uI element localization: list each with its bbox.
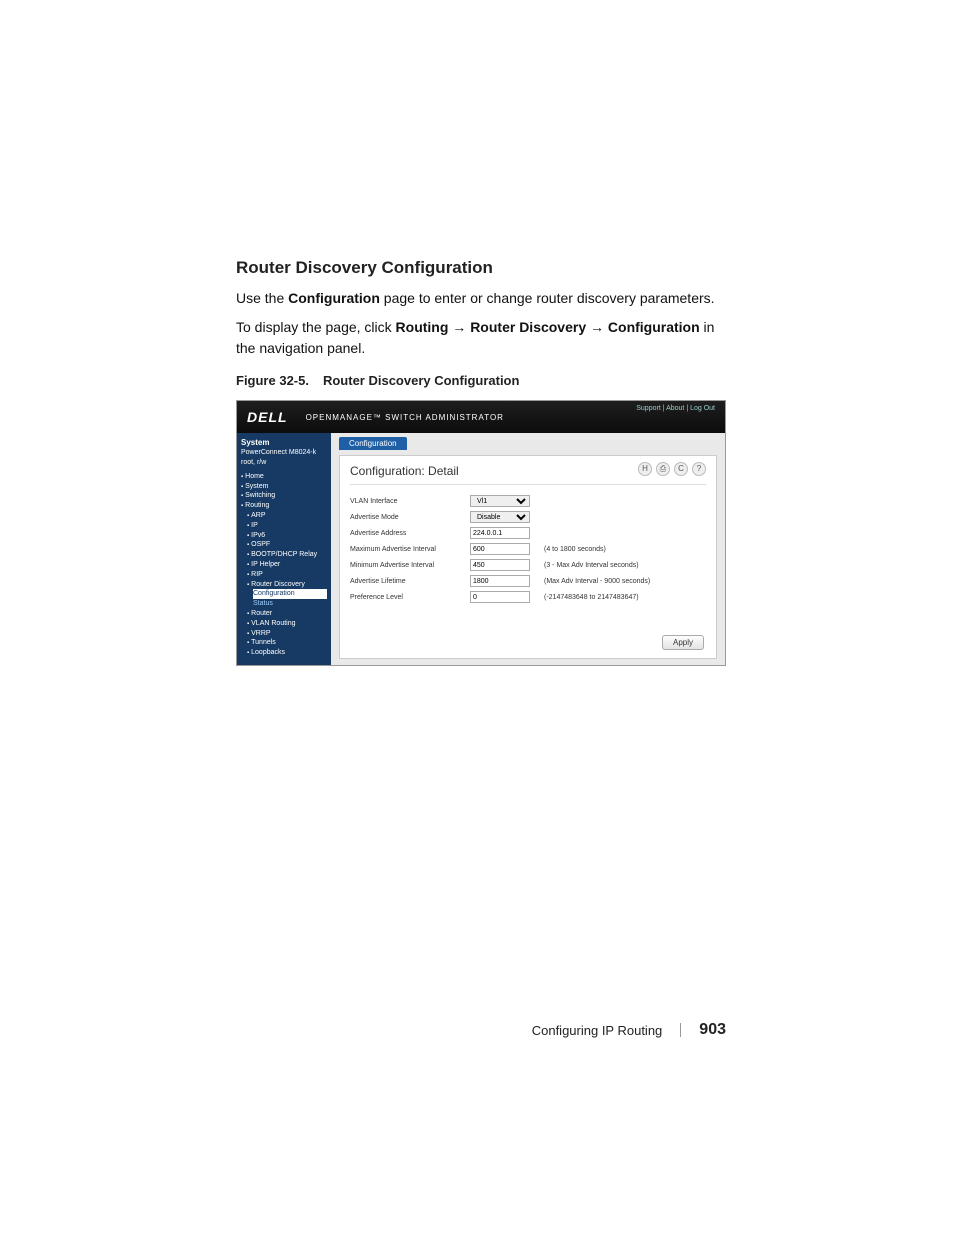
field-label: Maximum Advertise Interval [350, 546, 470, 553]
section-heading: Router Discovery Configuration [236, 258, 726, 278]
sidebar-item[interactable]: Tunnels [247, 638, 327, 648]
print-icon[interactable]: ⎙ [656, 462, 670, 476]
figure-title: Router Discovery Configuration [323, 373, 519, 388]
advertise-mode-select[interactable]: Disable [470, 511, 530, 523]
nav-sidebar: System PowerConnect M8024-k root, r/w Ho… [237, 433, 331, 666]
sidebar-item[interactable]: Routing [241, 501, 327, 511]
field-label: Advertise Lifetime [350, 578, 470, 585]
form-row: Advertise Address [350, 525, 706, 541]
breadcrumb-part: Configuration [608, 319, 700, 335]
field-hint: (Max Adv Interval - 9000 seconds) [544, 578, 650, 585]
sidebar-item[interactable]: VRRP [247, 629, 327, 639]
toolbar-icons: H ⎙ C ? [638, 462, 706, 476]
top-links[interactable]: Support | About | Log Out [636, 405, 715, 412]
figure-caption: Figure 32-5. Router Discovery Configurati… [236, 373, 726, 388]
sidebar-user-label: root, r/w [241, 458, 327, 468]
page-footer: Configuring IP Routing 903 [236, 1021, 726, 1039]
sidebar-device-label: PowerConnect M8024-k [241, 448, 327, 458]
field-label: Minimum Advertise Interval [350, 562, 470, 569]
main-panel: Configuration Configuration: Detail H ⎙ … [331, 433, 725, 666]
content-block: Router Discovery Configuration Use the C… [236, 258, 726, 666]
sidebar-item-selected[interactable]: Configuration [253, 589, 327, 599]
divider [350, 484, 706, 485]
text: page to enter or change router discovery… [380, 290, 715, 306]
footer-separator [680, 1023, 681, 1037]
vlan-interface-select[interactable]: Vl1 [470, 495, 530, 507]
sidebar-item[interactable]: Status [253, 599, 327, 609]
breadcrumb-part: Routing [396, 319, 449, 335]
sidebar-item[interactable]: OSPF [247, 540, 327, 550]
dell-logo: DELL [247, 409, 288, 425]
field-label: Preference Level [350, 594, 470, 601]
sidebar-item[interactable]: BOOTP/DHCP Relay [247, 550, 327, 560]
form-row: Preference Level (-2147483648 to 2147483… [350, 589, 706, 605]
app-header: DELL OPENMANAGE™ SWITCH ADMINISTRATOR Su… [237, 401, 725, 433]
arrow-icon [448, 319, 470, 335]
sidebar-item[interactable]: Router [247, 609, 327, 619]
form-row: Maximum Advertise Interval (4 to 1800 se… [350, 541, 706, 557]
body-paragraph-2: To display the page, click Routing Router… [236, 317, 726, 359]
field-label: Advertise Address [350, 530, 470, 537]
sidebar-item[interactable]: IPv6 [247, 531, 327, 541]
max-adv-interval-input[interactable] [470, 543, 530, 555]
sidebar-item[interactable]: ARP [247, 511, 327, 521]
sidebar-item[interactable]: System [241, 482, 327, 492]
form-row: VLAN Interface Vl1 [350, 493, 706, 509]
sidebar-item[interactable]: Home [241, 472, 327, 482]
preference-level-input[interactable] [470, 591, 530, 603]
footer-page-number: 903 [699, 1021, 726, 1039]
form-row: Advertise Mode Disable [350, 509, 706, 525]
form-row: Advertise Lifetime (Max Adv Interval - 9… [350, 573, 706, 589]
field-label: Advertise Mode [350, 514, 470, 521]
sidebar-item[interactable]: Switching [241, 491, 327, 501]
sidebar-item[interactable]: Loopbacks [247, 648, 327, 658]
advertise-address-input[interactable] [470, 527, 530, 539]
field-hint: (-2147483648 to 2147483647) [544, 594, 639, 601]
footer-chapter: Configuring IP Routing [532, 1023, 663, 1038]
breadcrumb-part: Router Discovery [470, 319, 586, 335]
tab-configuration[interactable]: Configuration [339, 437, 407, 450]
min-adv-interval-input[interactable] [470, 559, 530, 571]
page: Router Discovery Configuration Use the C… [0, 0, 954, 1235]
field-hint: (3 - Max Adv Interval seconds) [544, 562, 639, 569]
arrow-icon [586, 319, 608, 335]
advertise-lifetime-input[interactable] [470, 575, 530, 587]
app-body: System PowerConnect M8024-k root, r/w Ho… [237, 433, 725, 666]
figure-screenshot: DELL OPENMANAGE™ SWITCH ADMINISTRATOR Su… [236, 400, 726, 666]
text: Use the [236, 290, 288, 306]
save-icon[interactable]: H [638, 462, 652, 476]
sidebar-item[interactable]: IP Helper [247, 560, 327, 570]
sidebar-item[interactable]: VLAN Routing [247, 619, 327, 629]
detail-panel: Configuration: Detail H ⎙ C ? VLAN Inter… [339, 455, 717, 659]
product-title: OPENMANAGE™ SWITCH ADMINISTRATOR [306, 413, 504, 422]
apply-button[interactable]: Apply [662, 635, 704, 650]
sidebar-item[interactable]: IP [247, 521, 327, 531]
bold-text: Configuration [288, 290, 380, 306]
text: To display the page, click [236, 319, 396, 335]
sidebar-item[interactable]: RIP [247, 570, 327, 580]
sidebar-system-label: System [241, 437, 327, 448]
form-row: Minimum Advertise Interval (3 - Max Adv … [350, 557, 706, 573]
field-hint: (4 to 1800 seconds) [544, 546, 606, 553]
refresh-icon[interactable]: C [674, 462, 688, 476]
sidebar-item[interactable]: Router Discovery [247, 580, 327, 590]
body-paragraph-1: Use the Configuration page to enter or c… [236, 288, 726, 309]
help-icon[interactable]: ? [692, 462, 706, 476]
figure-number: Figure 32-5. [236, 373, 309, 388]
field-label: VLAN Interface [350, 498, 470, 505]
